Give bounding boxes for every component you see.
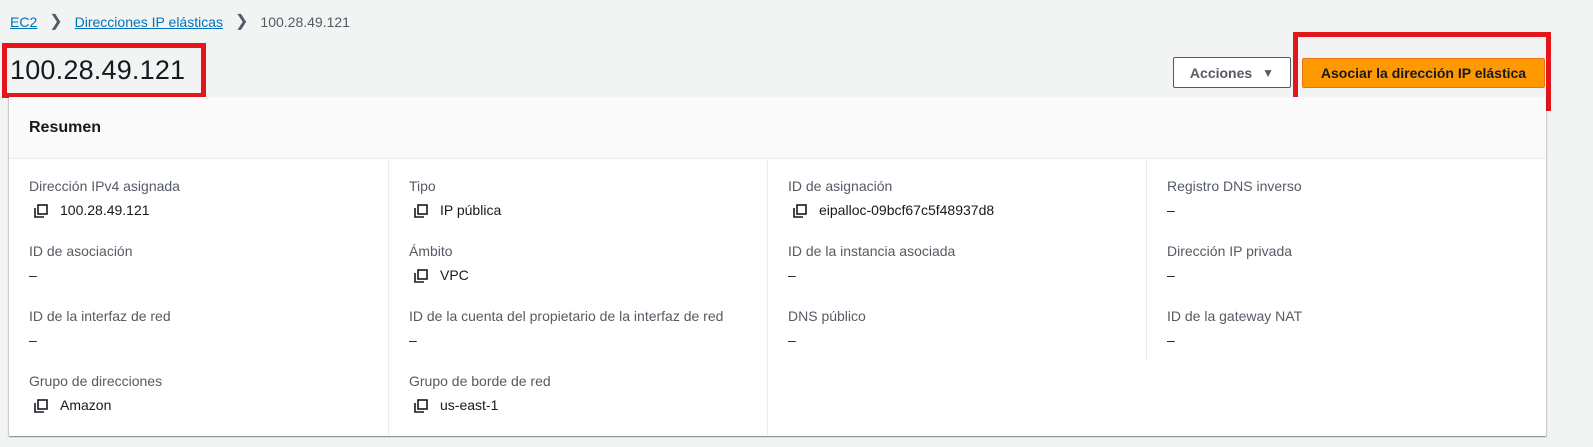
caret-down-icon: ▼ (1262, 65, 1275, 80)
associate-elastic-ip-button[interactable]: Asociar la dirección IP elástica (1302, 58, 1545, 88)
field-label: ID de asociación (29, 243, 133, 259)
field-label: Registro DNS inverso (1167, 178, 1302, 194)
field-label: Grupo de borde de red (409, 373, 551, 389)
breadcrumb-link-elastic-ips[interactable]: Direcciones IP elásticas (75, 14, 223, 30)
breadcrumb-current: 100.28.49.121 (260, 14, 350, 30)
field-value: us-east-1 (440, 397, 499, 413)
summary-field: DNS público – (788, 308, 866, 348)
summary-panel: Resumen Dirección IPv4 asignada 100.28.49… (9, 97, 1546, 436)
field-value-row: – (29, 332, 171, 348)
field-value-row: Amazon (29, 397, 162, 413)
summary-field: ID de la interfaz de red – (29, 308, 171, 348)
summary-header: Resumen (9, 97, 1546, 159)
summary-field: ID de la cuenta del propietario de la in… (409, 308, 723, 348)
field-value: – (1167, 267, 1175, 283)
field-value-row: – (1167, 202, 1302, 218)
field-value: Amazon (60, 397, 112, 413)
chevron-right-icon: ❯ (235, 13, 249, 30)
copy-icon[interactable] (793, 204, 807, 218)
summary-field: ID de asignación eipalloc-09bcf67c5f48937… (788, 178, 994, 218)
field-label: Ámbito (409, 243, 453, 259)
field-label: Dirección IP privada (1167, 243, 1293, 259)
field-value-row: – (1167, 267, 1292, 283)
field-label: ID de asignación (788, 178, 893, 194)
field-value-row: us-east-1 (409, 397, 551, 413)
summary-column: Dirección IPv4 asignada 100.28.49.121 ID d… (9, 160, 388, 436)
field-value-row: IP pública (409, 202, 501, 218)
summary-field: Dirección IP privada – (1167, 243, 1292, 283)
field-value: – (409, 332, 417, 348)
copy-icon[interactable] (414, 204, 428, 218)
copy-icon[interactable] (34, 204, 48, 218)
breadcrumb: EC2 ❯ Direcciones IP elásticas ❯ 100.28.… (10, 13, 350, 31)
summary-field: Grupo de direcciones Amazon (29, 373, 162, 413)
field-value: IP pública (440, 202, 502, 218)
field-label: ID de la instancia asociada (788, 243, 956, 259)
summary-field: Dirección IPv4 asignada 100.28.49.121 (29, 178, 180, 218)
summary-column: Registro DNS inverso – Dirección IP privad… (1146, 160, 1526, 361)
field-value-row: 100.28.49.121 (29, 202, 180, 218)
summary-column: Tipo IP pública Ámbito VPC ID de la cuenta d… (388, 160, 768, 436)
field-value-row: – (788, 332, 866, 348)
associate-button-label: Asociar la dirección IP elástica (1320, 65, 1527, 81)
summary-field: Registro DNS inverso – (1167, 178, 1302, 218)
summary-column: ID de asignación eipalloc-09bcf67c5f48937… (767, 160, 1147, 436)
field-label: Tipo (409, 178, 436, 194)
summary-field: Ámbito VPC (409, 243, 469, 283)
field-value-row: – (788, 267, 955, 283)
copy-icon[interactable] (414, 399, 428, 413)
summary-field: Tipo IP pública (409, 178, 501, 218)
summary-field: Grupo de borde de red us-east-1 (409, 373, 551, 413)
field-value: 100.28.49.121 (60, 202, 150, 218)
summary-field: ID de la gateway NAT – (1167, 308, 1302, 348)
field-value-row: – (409, 332, 723, 348)
field-label: DNS público (788, 308, 866, 324)
chevron-right-icon: ❯ (49, 13, 63, 30)
summary-field: ID de la instancia asociada – (788, 243, 955, 283)
field-value: – (1167, 202, 1175, 218)
field-value: eipalloc-09bcf67c5f48937d8 (819, 202, 995, 218)
field-value-row: – (1167, 332, 1302, 348)
actions-button-label: Acciones (1189, 64, 1253, 81)
copy-icon[interactable] (414, 269, 428, 283)
field-label: ID de la gateway NAT (1167, 308, 1303, 324)
field-label: ID de la cuenta del propietario de la in… (409, 308, 724, 324)
summary-field: ID de asociación – (29, 243, 133, 283)
field-label: Dirección IPv4 asignada (29, 178, 180, 194)
summary-title: Resumen (29, 118, 102, 136)
field-value: – (29, 332, 37, 348)
actions-dropdown-button[interactable]: Acciones ▼ (1173, 57, 1291, 88)
breadcrumb-link-ec2[interactable]: EC2 (10, 14, 37, 30)
field-value: – (1167, 332, 1175, 348)
field-value: – (29, 267, 37, 283)
field-label: Grupo de direcciones (29, 373, 163, 389)
field-value: – (788, 267, 796, 283)
field-value-row: eipalloc-09bcf67c5f48937d8 (788, 202, 994, 218)
field-value-row: VPC (409, 267, 469, 283)
copy-icon[interactable] (34, 399, 48, 413)
field-value: VPC (440, 267, 469, 283)
field-label: ID de la interfaz de red (29, 308, 171, 324)
summary-columns: Dirección IPv4 asignada 100.28.49.121 ID d… (9, 160, 1546, 436)
field-value: – (788, 332, 796, 348)
field-value-row: – (29, 267, 133, 283)
page-title: 100.28.49.121 (10, 55, 186, 85)
